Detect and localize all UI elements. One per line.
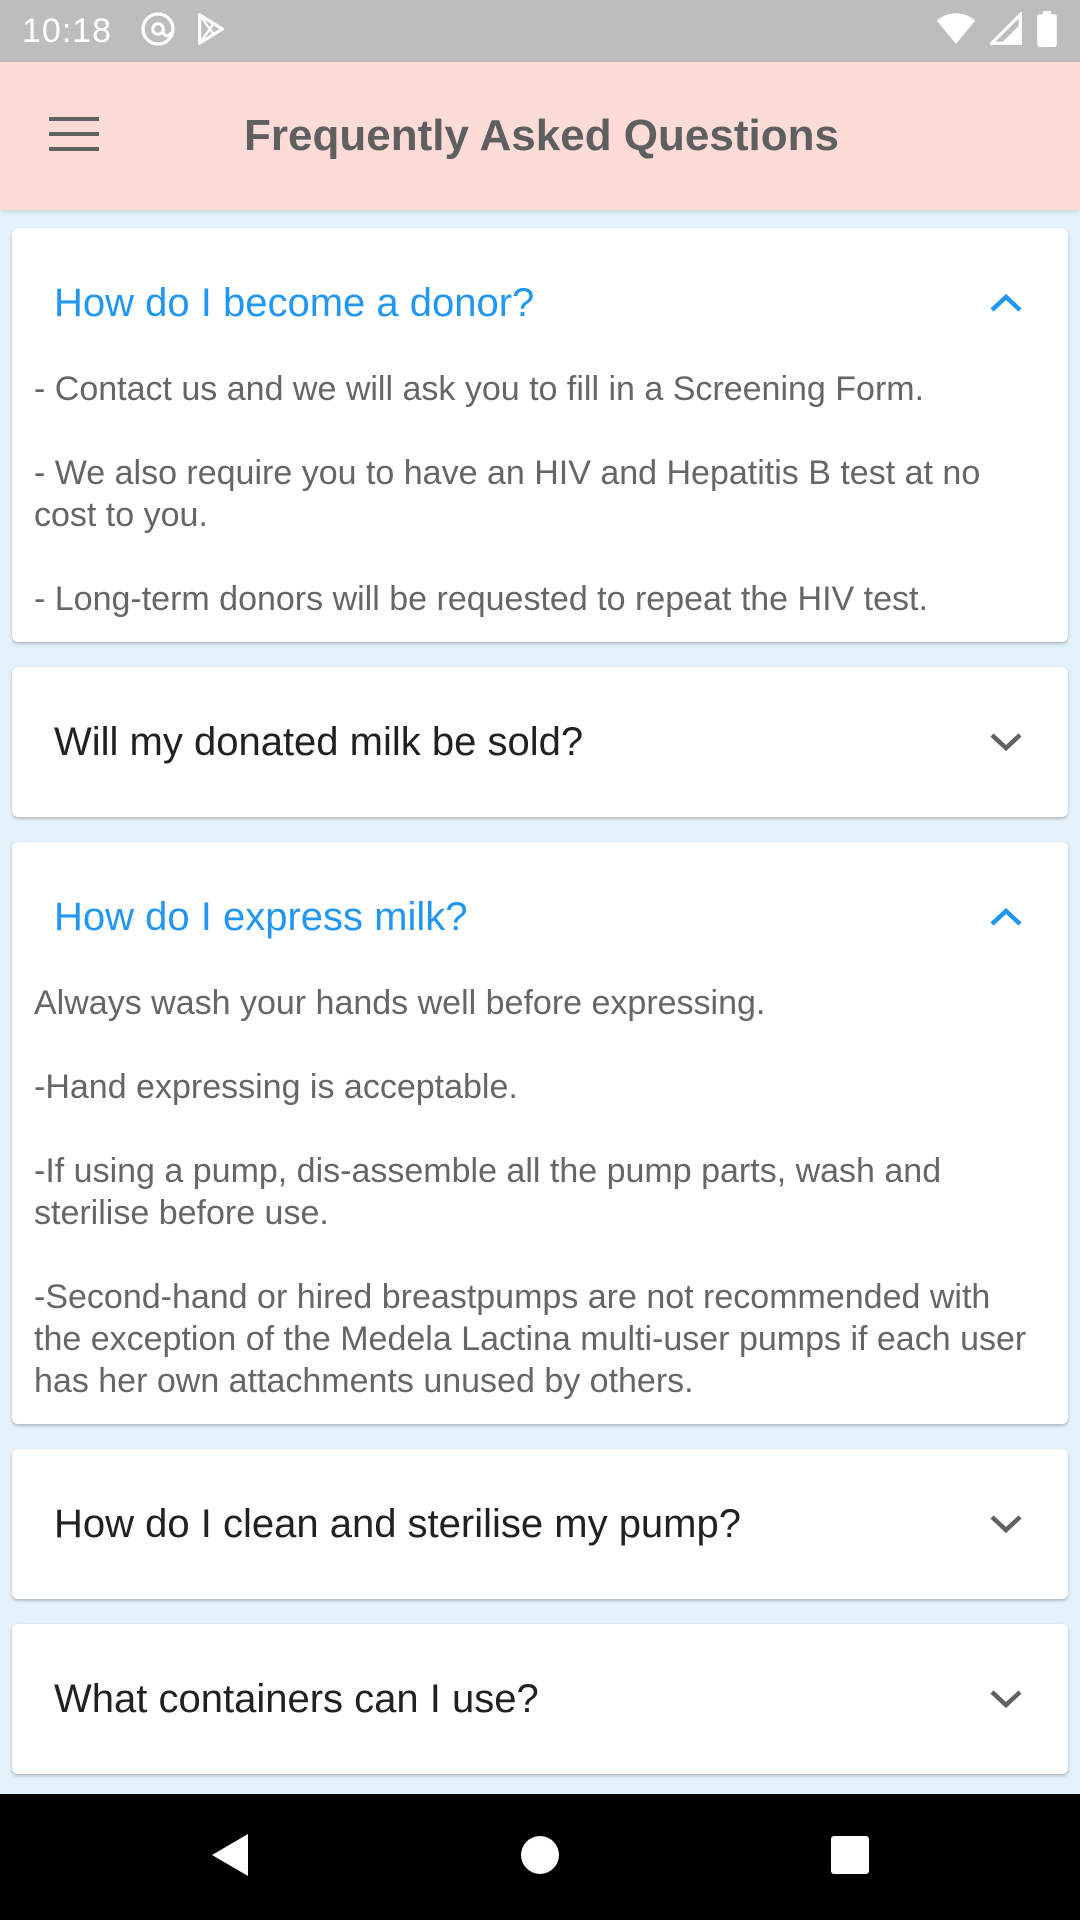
- status-time: 10:18: [22, 11, 113, 50]
- faq-header[interactable]: Will my donated milk be sold?: [12, 667, 1068, 817]
- home-icon: [520, 1835, 560, 1880]
- faq-header[interactable]: How do I become a donor?: [12, 228, 1068, 378]
- faq-header[interactable]: What containers can I use?: [12, 1624, 1068, 1774]
- faq-card: How do I express milk? Always wash your …: [12, 842, 1068, 1424]
- wifi-icon: [936, 12, 976, 51]
- at-sign-icon: [140, 11, 176, 52]
- faq-answer: Always wash your hands well before expre…: [12, 982, 1068, 1424]
- answer-paragraph: Always wash your hands well before expre…: [34, 984, 766, 1022]
- recents-icon: [830, 1835, 870, 1880]
- faq-answer: - Contact us and we will ask you to fill…: [12, 368, 1068, 642]
- recents-button[interactable]: [695, 1794, 1005, 1920]
- faq-header[interactable]: How do I express milk?: [12, 842, 1068, 992]
- answer-paragraph: -Second-hand or hired breastpumps are no…: [34, 1278, 1027, 1400]
- faq-header[interactable]: How do I clean and sterilise my pump?: [12, 1449, 1068, 1599]
- faq-card: How do I become a donor? - Contact us an…: [12, 228, 1068, 642]
- menu-button[interactable]: [24, 86, 124, 186]
- home-button[interactable]: [385, 1794, 695, 1920]
- answer-paragraph: - We also require you to have an HIV and…: [34, 454, 981, 534]
- faq-question: How do I become a donor?: [54, 280, 535, 325]
- faq-question: How do I express milk?: [54, 894, 468, 939]
- faq-question: Will my donated milk be sold?: [54, 719, 584, 764]
- app-bar: Frequently Asked Questions: [0, 62, 1080, 210]
- faq-question: What containers can I use?: [54, 1676, 539, 1721]
- signal-icon: [987, 10, 1022, 51]
- chevron-up-icon[interactable]: [986, 897, 1026, 937]
- back-button[interactable]: [75, 1794, 385, 1920]
- status-bar: 10:18: [0, 0, 1080, 62]
- chevron-up-icon[interactable]: [986, 283, 1026, 323]
- answer-paragraph: -Hand expressing is acceptable.: [34, 1068, 518, 1106]
- back-icon: [210, 1832, 250, 1883]
- battery-icon: [1036, 10, 1058, 52]
- chevron-down-icon[interactable]: [986, 1679, 1026, 1719]
- chevron-down-icon[interactable]: [986, 1504, 1026, 1544]
- answer-paragraph: -If using a pump, dis-assemble all the p…: [34, 1152, 942, 1232]
- faq-card: Will my donated milk be sold?: [12, 667, 1068, 817]
- answer-paragraph: - Long-term donors will be requested to …: [34, 580, 928, 618]
- faq-list[interactable]: How do I become a donor? - Contact us an…: [0, 210, 1080, 1794]
- navigation-bar: [0, 1794, 1080, 1920]
- chevron-down-icon[interactable]: [986, 722, 1026, 762]
- play-store-icon: [194, 12, 228, 51]
- page-title: Frequently Asked Questions: [244, 111, 839, 160]
- faq-card: What containers can I use?: [12, 1624, 1068, 1774]
- hamburger-menu-icon: [49, 116, 99, 156]
- faq-question: How do I clean and sterilise my pump?: [54, 1501, 741, 1546]
- faq-card: How do I clean and sterilise my pump?: [12, 1449, 1068, 1599]
- answer-paragraph: - Contact us and we will ask you to fill…: [34, 370, 925, 408]
